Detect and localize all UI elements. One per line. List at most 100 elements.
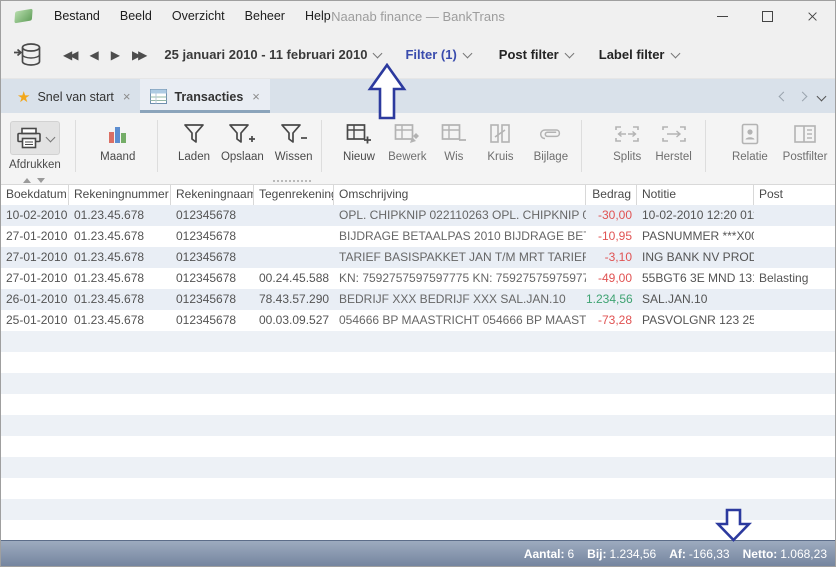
column-header-rekeningnummer[interactable]: Rekeningnummer: [69, 185, 171, 205]
close-button[interactable]: [790, 1, 835, 31]
column-header-notitie[interactable]: Notitie: [637, 185, 754, 205]
go-previous-button[interactable]: ◀: [89, 49, 98, 61]
empty-rows-area: [1, 331, 835, 540]
toolbar-splitter[interactable]: [1, 177, 835, 184]
table-row[interactable]: 25-01-2010 01.23.45.678 012345678 00.03.…: [1, 310, 835, 331]
column-header-bedrag[interactable]: Bedrag: [586, 185, 637, 205]
bijlage-button[interactable]: Bijlage: [526, 113, 576, 163]
post-filter-dropdown[interactable]: Post filter: [499, 47, 573, 62]
go-first-button[interactable]: ◀◀: [63, 49, 75, 61]
cell-rekeningnummer: 01.23.45.678: [69, 205, 171, 226]
toolbar-separator: [157, 120, 158, 172]
cell-boekdatum: 27-01-2010: [1, 247, 69, 268]
wis-button[interactable]: Wis: [436, 113, 471, 163]
table-row[interactable]: 10-02-2010 01.23.45.678 012345678 OPL. C…: [1, 205, 835, 226]
tab-close-icon[interactable]: ×: [252, 89, 260, 104]
menu-beheer[interactable]: Beheer: [235, 1, 295, 31]
status-af: Af:-166,33: [669, 547, 729, 561]
toolbar-item-label: Nieuw: [343, 151, 375, 163]
menu-bar: Bestand Beeld Overzicht Beheer Help: [44, 1, 341, 31]
splitter-grip[interactable]: [273, 180, 313, 182]
menu-overzicht[interactable]: Overzicht: [162, 1, 235, 31]
laden-button[interactable]: Laden: [173, 113, 216, 163]
kruis-button[interactable]: Kruis: [479, 113, 522, 163]
tab-label: Transacties: [174, 90, 243, 104]
toolbar-separator: [75, 120, 76, 172]
herstel-button[interactable]: Herstel: [648, 113, 698, 163]
label-filter-dropdown[interactable]: Label filter: [599, 47, 679, 62]
minimize-button[interactable]: [700, 1, 745, 31]
status-aantal-value: 6: [567, 547, 574, 561]
tab-list-dropdown-icon[interactable]: [817, 92, 827, 102]
wissen-button[interactable]: Wissen: [270, 113, 318, 163]
tab-scroll-right-icon[interactable]: [798, 92, 808, 102]
restore-icon: [661, 121, 687, 147]
cell-rekeningnaam: 012345678: [171, 205, 254, 226]
cell-omschrijving: BEDRIJF XXX BEDRIJF XXX SAL.JAN.10: [334, 289, 586, 310]
navigation-toolbar: ◀◀ ◀ ▶ ▶▶ 25 januari 2010 - 11 februari …: [1, 31, 835, 78]
afdrukken-button[interactable]: Afdrukken: [9, 113, 61, 171]
table-row[interactable]: 27-01-2010 01.23.45.678 012345678 00.24.…: [1, 268, 835, 289]
filter-dropdown[interactable]: Filter (1): [405, 47, 470, 62]
toolbar-item-label: Relatie: [732, 151, 768, 163]
bewerk-button[interactable]: Bewerk: [382, 113, 432, 163]
cell-omschrijving: KN: 7592757597597775 KN: 759275759759777…: [334, 268, 586, 289]
opslaan-button[interactable]: Opslaan: [217, 113, 267, 163]
menu-beeld[interactable]: Beeld: [110, 1, 162, 31]
tab-transacties[interactable]: Transacties ×: [140, 79, 269, 114]
table-row[interactable]: 26-01-2010 01.23.45.678 012345678 78.43.…: [1, 289, 835, 310]
toolbar-item-label: Opslaan: [221, 151, 264, 163]
collapse-up-icon[interactable]: [23, 178, 31, 183]
date-range-label: 25 januari 2010 - 11 februari 2010: [164, 47, 367, 62]
cell-notitie: 55BGT6 3E MND 1311...: [637, 268, 754, 289]
table-row[interactable]: 27-01-2010 01.23.45.678 012345678 BIJDRA…: [1, 226, 835, 247]
toolbar-item-label: Laden: [178, 151, 210, 163]
table-cross-icon: [489, 121, 511, 147]
bar-chart-icon: [106, 121, 130, 147]
app-window: Bestand Beeld Overzicht Beheer Help Naan…: [0, 0, 836, 567]
nieuw-button[interactable]: Nieuw: [336, 113, 382, 163]
maximize-icon: [762, 11, 773, 22]
tab-scroll-left-icon[interactable]: [779, 92, 789, 102]
split-icon: [614, 121, 640, 147]
chevron-down-icon: [45, 132, 55, 142]
menu-help[interactable]: Help: [295, 1, 341, 31]
cell-omschrijving: 054666 BP MAASTRICHT 054666 BP MAASTRI..…: [334, 310, 586, 331]
cell-rekeningnummer: 01.23.45.678: [69, 247, 171, 268]
cell-boekdatum: 25-01-2010: [1, 310, 69, 331]
maand-button[interactable]: Maand: [89, 113, 147, 163]
database-import-icon[interactable]: [13, 41, 43, 69]
app-logo-icon: [14, 9, 32, 24]
relatie-button[interactable]: Relatie: [727, 113, 773, 163]
collapse-down-icon[interactable]: [37, 178, 45, 183]
go-last-button[interactable]: ▶▶: [132, 49, 144, 61]
filter-funnel-minus-icon: [280, 121, 308, 147]
column-header-tegenrekening[interactable]: Tegenrekening: [254, 185, 334, 205]
filter-funnel-icon: [182, 121, 206, 147]
postfilter-button[interactable]: Postfilter: [775, 113, 835, 163]
chevron-down-icon: [564, 49, 574, 59]
close-icon: [807, 11, 818, 22]
cell-rekeningnummer: 01.23.45.678: [69, 268, 171, 289]
tab-close-icon[interactable]: ×: [123, 89, 131, 104]
menu-bestand[interactable]: Bestand: [44, 1, 110, 31]
cell-tegenrekening: 78.43.57.290: [254, 289, 334, 310]
status-aantal-label: Aantal:: [524, 547, 565, 561]
cell-boekdatum: 27-01-2010: [1, 268, 69, 289]
column-header-rekeningnaam[interactable]: Rekeningnaam: [171, 185, 254, 205]
tab-snel-van-start[interactable]: ★ Snel van start ×: [7, 79, 140, 114]
table-minus-icon: [441, 121, 467, 147]
cell-omschrijving: OPL. CHIPKNIP 022110263 OPL. CHIPKNIP 0.…: [334, 205, 586, 226]
table-row[interactable]: 27-01-2010 01.23.45.678 012345678 TARIEF…: [1, 247, 835, 268]
cell-notitie: 10-02-2010 12:20 011 4...: [637, 205, 754, 226]
go-next-button[interactable]: ▶: [111, 49, 120, 61]
column-header-post[interactable]: Post: [754, 185, 835, 205]
date-range-selector[interactable]: 25 januari 2010 - 11 februari 2010: [164, 47, 381, 62]
column-header-boekdatum[interactable]: Boekdatum: [1, 185, 69, 205]
status-netto: Netto:1.068,23: [743, 547, 827, 561]
cell-post: [754, 205, 835, 226]
cell-notitie: SAL.JAN.10: [637, 289, 754, 310]
column-header-omschrijving[interactable]: Omschrijving: [334, 185, 586, 205]
splits-button[interactable]: Splits: [606, 113, 649, 163]
maximize-button[interactable]: [745, 1, 790, 31]
